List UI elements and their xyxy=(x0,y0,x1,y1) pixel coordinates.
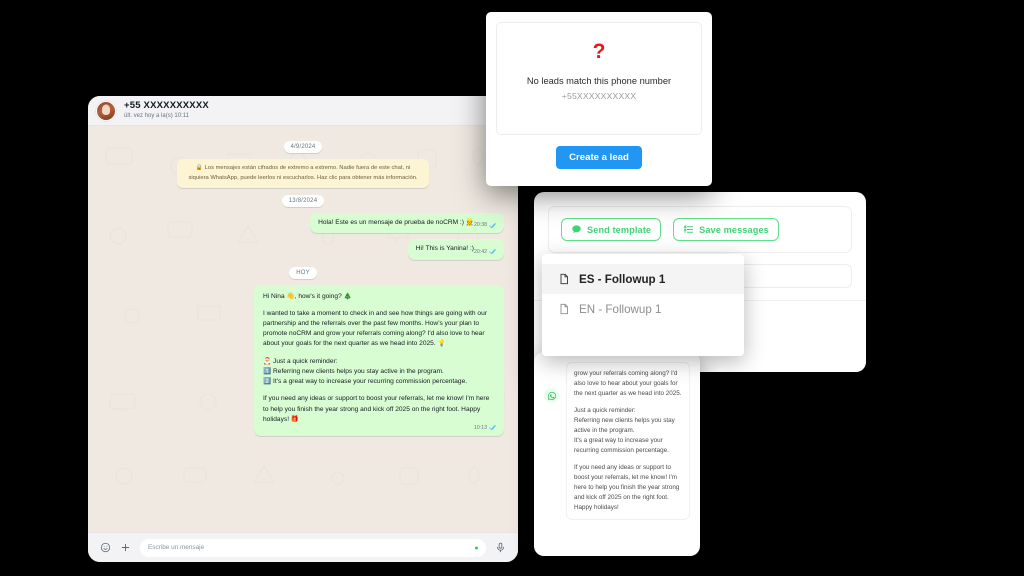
template-option-label: EN - Followup 1 xyxy=(579,302,662,316)
crm-action-row: Send template Save messages xyxy=(548,206,852,253)
whatsapp-glyph-icon xyxy=(547,391,556,400)
outgoing-message-bubble[interactable]: Hola! Este es un mensaje de prueba de no… xyxy=(310,213,504,234)
whatsapp-chat-header: +55 XXXXXXXXXX últ. vez hoy a la(s) 10:1… xyxy=(88,96,518,126)
contact-name: +55 XXXXXXXXXX xyxy=(124,100,209,112)
template-option-es[interactable]: ES - Followup 1 xyxy=(542,264,744,294)
template-dropdown-menu[interactable]: ES - Followup 1 EN - Followup 1 xyxy=(542,254,744,356)
avatar[interactable] xyxy=(96,100,116,121)
crm-message-text: grow your referrals coming along? I'd al… xyxy=(566,362,690,521)
crm-reminder-heading: Just a quick reminder: xyxy=(574,406,636,414)
date-divider: HOY xyxy=(289,266,317,279)
message-paragraph: If you need any ideas or support to boos… xyxy=(263,395,490,423)
contact-last-seen: últ. vez hoy a la(s) 10:11 xyxy=(124,113,189,120)
question-mark-icon: ? xyxy=(592,40,606,63)
message-input[interactable]: Escribe un mensaje xyxy=(140,538,486,557)
crm-message-row: grow your referrals coming along? I'd al… xyxy=(534,352,700,521)
encryption-notice[interactable]: 🔒 Los mensajes están cifrados de extremo… xyxy=(177,159,429,189)
list-icon xyxy=(683,225,694,233)
whatsapp-window: +55 XXXXXXXXXX últ. vez hoy a la(s) 10:1… xyxy=(88,96,518,562)
save-messages-label: Save messages xyxy=(699,224,769,235)
message-text: Hi! This is Yanina! :) xyxy=(415,245,474,253)
crm-reminder-item: It's a great way to increase your recurr… xyxy=(574,437,669,455)
template-option-en[interactable]: EN - Followup 1 xyxy=(542,294,744,324)
date-divider: 13/8/2024 xyxy=(281,195,325,208)
document-icon xyxy=(560,273,568,285)
modal-footer: Create a lead xyxy=(496,146,702,169)
date-divider: 4/9/2024 xyxy=(283,141,323,153)
template-option-label: ES - Followup 1 xyxy=(579,272,666,286)
message-time: 20:38 xyxy=(474,222,487,229)
plus-icon[interactable] xyxy=(120,542,131,553)
chat-bubble-icon xyxy=(572,225,581,233)
message-row: Hi Nina 👋, how's it going? 🎄 I wanted to… xyxy=(102,284,504,436)
read-receipt-icon xyxy=(489,425,496,431)
contact-info: +55 XXXXXXXXXX últ. vez hoy a la(s) 10:1… xyxy=(124,101,494,119)
document-icon xyxy=(560,303,568,315)
modal-title: No leads match this phone number xyxy=(526,76,672,86)
message-meta: 10:13 xyxy=(474,424,498,432)
status-dot xyxy=(475,546,478,549)
message-text: Hola! Este es un mensaje de prueba de no… xyxy=(318,219,474,227)
message-meta: 20:38 xyxy=(474,221,498,229)
outgoing-message-bubble[interactable]: Hi Nina 👋, how's it going? 🎄 I wanted to… xyxy=(254,284,504,436)
message-input-placeholder: Escribe un mensaje xyxy=(148,544,205,551)
no-leads-modal: ? No leads match this phone number +55XX… xyxy=(486,12,712,186)
screenshot-canvas: +55 XXXXXXXXXX últ. vez hoy a la(s) 10:1… xyxy=(0,0,1024,576)
message-meta: 20:42 xyxy=(474,248,498,256)
message-list: 4/9/2024 🔒 Los mensajes están cifrados d… xyxy=(102,141,504,532)
emoji-icon[interactable] xyxy=(100,542,111,553)
reminder-item: 2️⃣ It's a great way to increase your re… xyxy=(263,378,468,386)
whatsapp-icon xyxy=(544,388,559,403)
read-receipt-icon xyxy=(489,223,496,228)
crm-message-paragraph: grow your referrals coming along? I'd al… xyxy=(574,370,682,398)
crm-message-paragraph: If you need any ideas or support to boos… xyxy=(574,463,680,512)
crm-message-card: grow your referrals coming along? I'd al… xyxy=(534,352,700,556)
message-reminder-block: 🎅 Just a quick reminder: 1️⃣ Referring n… xyxy=(263,357,495,388)
message-paragraph: I wanted to take a moment to check in an… xyxy=(263,309,487,348)
crm-reminder-item: Referring new clients helps you stay act… xyxy=(574,416,675,434)
message-time: 20:42 xyxy=(474,248,487,255)
modal-body: ? No leads match this phone number +55XX… xyxy=(496,22,702,135)
send-template-label: Send template xyxy=(587,224,652,235)
message-row: Hola! Este es un mensaje de prueba de no… xyxy=(102,213,504,234)
message-composer-bar: Escribe un mensaje xyxy=(88,532,518,562)
microphone-icon[interactable] xyxy=(495,542,506,553)
reminder-heading: 🎅 Just a quick reminder: xyxy=(263,357,338,365)
modal-phone-number: +55XXXXXXXXXX xyxy=(561,91,637,101)
send-template-button[interactable]: Send template xyxy=(561,218,662,241)
chat-message-area[interactable]: 4/9/2024 🔒 Los mensajes están cifrados d… xyxy=(88,126,518,532)
create-lead-button[interactable]: Create a lead xyxy=(556,146,642,169)
message-row: Hi! This is Yanina! :) 20:42 xyxy=(102,239,504,260)
outgoing-message-bubble[interactable]: Hi! This is Yanina! :) 20:42 xyxy=(407,239,504,260)
message-time: 10:13 xyxy=(474,424,487,431)
reminder-item: 1️⃣ Referring new clients helps you stay… xyxy=(263,367,444,375)
read-receipt-icon xyxy=(489,249,496,254)
message-greeting: Hi Nina 👋, how's it going? 🎄 xyxy=(263,292,352,300)
crm-message-reminder: Just a quick reminder: Referring new cli… xyxy=(574,406,682,457)
save-messages-button[interactable]: Save messages xyxy=(673,218,779,241)
